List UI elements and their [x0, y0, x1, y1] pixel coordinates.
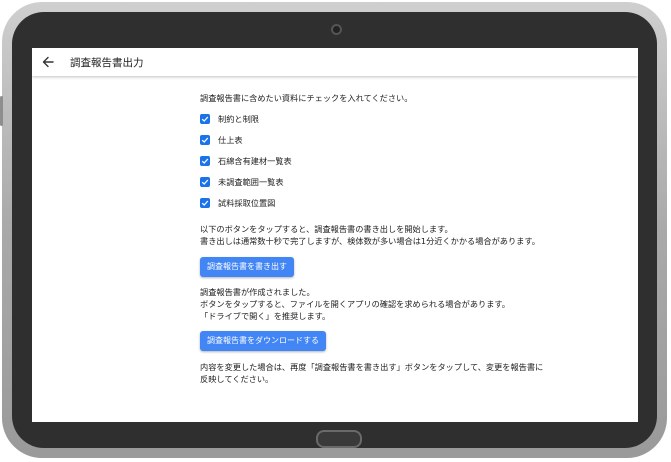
created-text-line2: ボタンをタップすると、ファイルを開くアプリの確認を求められる場合があります。: [200, 299, 510, 309]
checkbox-label: 仕上表: [218, 134, 243, 145]
checkbox-checked-icon[interactable]: [200, 176, 210, 187]
export-report-button[interactable]: 調査報告書を書き出す: [200, 257, 294, 277]
changed-text-line2: 反映してください。: [200, 374, 274, 384]
changed-text-line1: 内容を変更した場合は、再度「調査報告書を書き出す」ボタンをタップして、変更を報告…: [200, 362, 544, 372]
checkbox-label: 未調査範囲一覧表: [218, 176, 284, 187]
created-text-line3: 「ドライブで開く」を推奨します。: [200, 311, 331, 321]
checkbox-row-0[interactable]: 制約と制限: [200, 108, 620, 129]
created-description: 調査報告書が作成されました。 ボタンをタップすると、ファイルを開くアプリの確認を…: [200, 286, 620, 322]
intro-text: 調査報告書に含めたい資料にチェックを入れてください。: [200, 93, 413, 103]
checkbox-checked-icon[interactable]: [200, 134, 210, 145]
checkbox-checked-icon[interactable]: [200, 113, 210, 124]
download-report-button[interactable]: 調査報告書をダウンロードする: [200, 331, 326, 351]
export-description: 以下のボタンをタップすると、調査報告書の書き出しを開始します。 書き出しは通常数…: [200, 223, 620, 247]
page-title: 調査報告書出力: [70, 56, 144, 69]
checkbox-label: 石綿含有建材一覧表: [218, 155, 292, 166]
app-screen: 調査報告書出力 調査報告書に含めたい資料にチェックを入れてください。 制約と制限…: [32, 48, 638, 422]
home-button[interactable]: [316, 430, 362, 448]
volume-button: [0, 96, 3, 126]
checkbox-label: 試料採取位置図: [218, 197, 276, 208]
checkbox-list: 制約と制限 仕上表 石綿含有建材一覧表 未調査範囲一覧表 試料採取位置図: [200, 108, 620, 213]
created-text-line1: 調査報告書が作成されました。: [200, 287, 315, 297]
main-content: 調査報告書に含めたい資料にチェックを入れてください。 制約と制限 仕上表 石綿含…: [200, 92, 620, 385]
back-arrow-icon[interactable]: [34, 48, 62, 76]
checkbox-row-1[interactable]: 仕上表: [200, 129, 620, 150]
checkbox-label: 制約と制限: [218, 113, 259, 124]
checkbox-row-2[interactable]: 石綿含有建材一覧表: [200, 150, 620, 171]
changed-description: 内容を変更した場合は、再度「調査報告書を書き出す」ボタンをタップして、変更を報告…: [200, 361, 620, 385]
export-text-line2: 書き出しは通常数十秒で完了しますが、検体数が多い場合は1分近くかかる場合がありま…: [200, 236, 540, 246]
checkbox-row-4[interactable]: 試料採取位置図: [200, 192, 620, 213]
camera-icon: [331, 24, 342, 35]
export-text-line1: 以下のボタンをタップすると、調査報告書の書き出しを開始します。: [200, 224, 453, 234]
checkbox-row-3[interactable]: 未調査範囲一覧表: [200, 171, 620, 192]
app-bar: 調査報告書出力: [32, 48, 638, 76]
checkbox-checked-icon[interactable]: [200, 197, 210, 208]
checkbox-checked-icon[interactable]: [200, 155, 210, 166]
